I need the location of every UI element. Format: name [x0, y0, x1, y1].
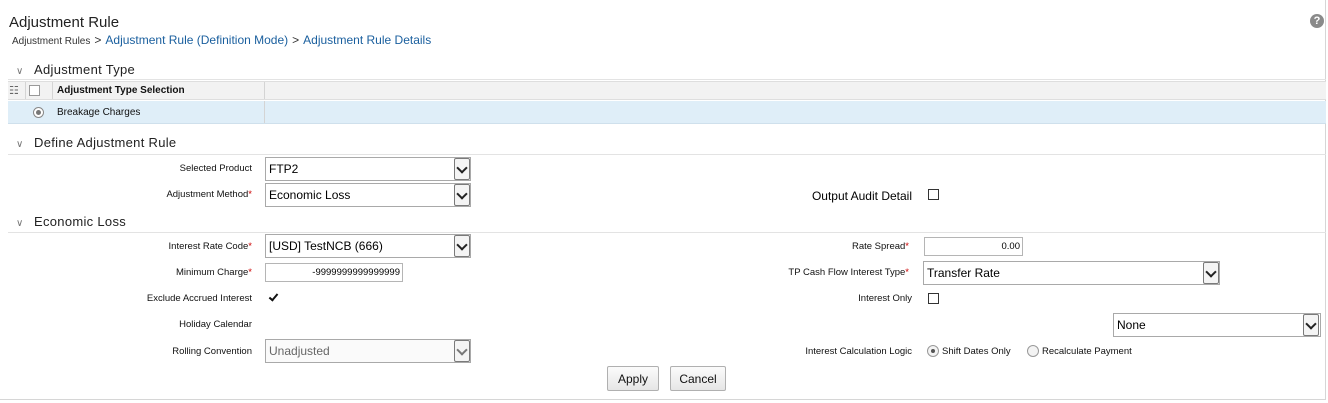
chevron-down-icon[interactable]: [1203, 262, 1219, 284]
breadcrumb-definition-mode[interactable]: Adjustment Rule (Definition Mode): [105, 33, 288, 47]
breadcrumb-separator: >: [292, 33, 300, 47]
shift-dates-only-radio[interactable]: [927, 345, 939, 357]
breadcrumb-separator: >: [94, 33, 102, 47]
holiday-calendar-label: Holiday Calendar: [179, 319, 252, 330]
page-frame: [0, 0, 1326, 400]
recalculate-payment-radio[interactable]: [1027, 345, 1039, 357]
output-audit-detail-checkbox[interactable]: [928, 189, 939, 200]
section-title: Economic Loss: [34, 214, 127, 229]
select-all-checkbox[interactable]: [29, 85, 40, 96]
table-row[interactable]: [8, 101, 1326, 124]
recalculate-payment-label[interactable]: Recalculate Payment: [1042, 346, 1132, 357]
chevron-down-icon[interactable]: [454, 158, 470, 180]
interest-rate-code-select[interactable]: [USD] TestNCB (666): [265, 234, 471, 258]
minimum-charge-label: Minimum Charge*: [175, 267, 252, 278]
grid-column-header[interactable]: Adjustment Type Selection: [57, 85, 185, 96]
rolling-convention-select[interactable]: Unadjusted: [265, 339, 471, 363]
minimum-charge-input[interactable]: -9999999999999999: [265, 263, 403, 282]
apply-button[interactable]: Apply: [607, 366, 659, 391]
adjustment-type-breakage-charges: Breakage Charges: [57, 107, 141, 118]
grid-column-divider: [264, 82, 265, 99]
adjustment-method-label: Adjustment Method*: [166, 189, 252, 200]
section-divider: [8, 79, 1326, 80]
selected-product-select[interactable]: FTP2: [265, 157, 471, 181]
tp-cash-flow-interest-type-value: Transfer Rate: [927, 266, 1000, 280]
interest-only-checkbox[interactable]: [928, 293, 939, 304]
tp-cash-flow-interest-type-label: TP Cash Flow Interest Type*: [788, 267, 909, 278]
breadcrumb-rule-details[interactable]: Adjustment Rule Details: [303, 33, 431, 47]
help-icon[interactable]: ?: [1310, 14, 1324, 28]
row-select-radio[interactable]: [33, 107, 44, 118]
rolling-convention-value: Unadjusted: [269, 344, 330, 358]
selected-product-value: FTP2: [269, 162, 299, 176]
rate-spread-label: Rate Spread*: [851, 241, 909, 252]
section-divider: [8, 232, 1326, 233]
page-title: Adjustment Rule: [9, 14, 120, 31]
grid-column-divider: [52, 82, 53, 99]
section-title: Adjustment Type: [34, 62, 136, 77]
holiday-calendar-value: None: [1117, 318, 1146, 332]
chevron-down-icon[interactable]: [1303, 314, 1319, 336]
chevron-down-icon[interactable]: [454, 184, 470, 206]
tp-cash-flow-interest-type-select[interactable]: Transfer Rate: [923, 261, 1220, 285]
output-audit-detail-label: Output Audit Detail: [811, 189, 912, 203]
cancel-button[interactable]: Cancel: [670, 366, 726, 391]
holiday-calendar-select[interactable]: None: [1113, 313, 1321, 337]
selected-product-label: Selected Product: [179, 163, 252, 174]
grid-header: [8, 81, 1326, 100]
adjustment-method-select[interactable]: Economic Loss: [265, 183, 471, 207]
rate-spread-input[interactable]: 0.00: [924, 237, 1023, 256]
interest-rate-code-label: Interest Rate Code*: [168, 241, 252, 252]
chevron-down-icon[interactable]: ∨: [16, 218, 28, 229]
section-divider: [8, 154, 1326, 155]
hierarchy-icon[interactable]: ☷: [9, 84, 19, 97]
grid-column-divider: [264, 101, 265, 123]
chevron-down-icon[interactable]: [454, 340, 470, 362]
interest-rate-code-value: [USD] TestNCB (666): [269, 239, 383, 253]
section-adjustment-type[interactable]: ∨ Adjustment Type: [16, 62, 135, 77]
checkmark-icon: [268, 291, 279, 302]
adjustment-method-value: Economic Loss: [269, 188, 351, 202]
chevron-down-icon[interactable]: [454, 235, 470, 257]
chevron-down-icon[interactable]: ∨: [16, 66, 28, 77]
breadcrumb-root[interactable]: Adjustment Rules: [12, 36, 90, 47]
section-title: Define Adjustment Rule: [34, 135, 177, 150]
section-define-adjustment-rule[interactable]: ∨ Define Adjustment Rule: [16, 135, 176, 150]
chevron-down-icon[interactable]: ∨: [16, 139, 28, 150]
rolling-convention-label: Rolling Convention: [172, 346, 252, 357]
section-economic-loss[interactable]: ∨ Economic Loss: [16, 214, 126, 229]
interest-only-label: Interest Only: [858, 293, 912, 304]
interest-calculation-logic-label: Interest Calculation Logic: [805, 346, 912, 357]
shift-dates-only-label[interactable]: Shift Dates Only: [942, 346, 1011, 357]
breadcrumb: Adjustment Rules > Adjustment Rule (Defini…: [12, 33, 431, 47]
grid-column-divider: [25, 82, 26, 99]
exclude-accrued-interest-label: Exclude Accrued Interest: [146, 293, 252, 304]
exclude-accrued-interest-checkbox[interactable]: [268, 291, 280, 305]
